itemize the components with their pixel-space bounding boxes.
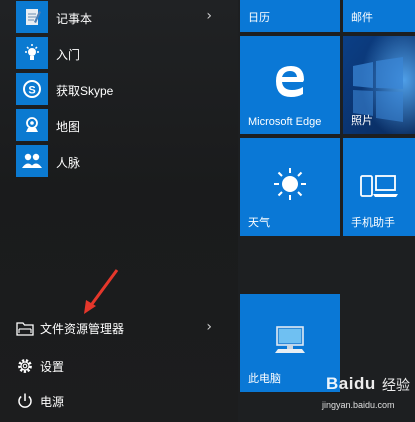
settings-item[interactable]: 设置 xyxy=(0,349,232,383)
file-explorer-label: 文件资源管理器 xyxy=(40,322,125,336)
computer-icon xyxy=(240,324,340,356)
sun-icon xyxy=(240,166,340,202)
settings-label: 设置 xyxy=(40,360,65,374)
app-item-notepad[interactable]: 记事本 › xyxy=(0,0,232,34)
maps-icon xyxy=(16,109,48,141)
tile-label: 日历 xyxy=(248,12,270,24)
power-icon xyxy=(16,392,34,410)
app-label: 人脉 xyxy=(56,156,81,170)
chevron-right-icon[interactable]: › xyxy=(206,319,212,335)
tile-phone-companion[interactable]: 手机助手 xyxy=(343,138,415,236)
app-label: 获取Skype xyxy=(56,84,114,98)
start-menu-app-list: 记事本 › 入门 S 获取Skype 地图 人脉 文件资源管理器 › 设置 电源 xyxy=(0,0,238,422)
app-label: 地图 xyxy=(56,120,81,134)
app-item-get-started[interactable]: 入门 xyxy=(0,36,232,70)
tile-label: 照片 xyxy=(351,115,373,127)
tile-microsoft-edge[interactable]: Microsoft Edge xyxy=(240,36,340,134)
watermark: Baidu 经验 jingyan.baidu.com xyxy=(322,370,414,420)
svg-text:S: S xyxy=(28,85,35,97)
file-explorer-item[interactable]: 文件资源管理器 › xyxy=(0,311,232,345)
tile-label: 手机助手 xyxy=(351,217,395,229)
watermark-text: 经验 xyxy=(382,377,410,393)
tile-calendar[interactable]: 日历 xyxy=(240,0,340,32)
tile-mail[interactable]: 邮件 xyxy=(343,0,415,32)
notepad-icon xyxy=(16,1,48,33)
lightbulb-icon xyxy=(16,37,48,69)
tile-label: Microsoft Edge xyxy=(248,116,322,128)
app-item-get-skype[interactable]: S 获取Skype xyxy=(0,72,232,106)
people-icon xyxy=(16,145,48,177)
tile-label: 邮件 xyxy=(351,12,373,24)
tile-label: 此电脑 xyxy=(248,373,281,385)
tile-photos[interactable]: 照片 xyxy=(343,36,415,134)
power-label: 电源 xyxy=(40,395,65,409)
app-label: 入门 xyxy=(56,48,81,62)
skype-icon: S xyxy=(16,73,48,105)
power-item[interactable]: 电源 xyxy=(0,384,232,418)
folder-icon xyxy=(16,319,34,337)
phone-laptop-icon xyxy=(343,172,415,200)
tile-label: 天气 xyxy=(248,217,270,229)
app-label: 记事本 xyxy=(56,12,93,26)
edge-icon xyxy=(240,62,340,98)
annotation-arrow xyxy=(84,269,119,314)
app-item-maps[interactable]: 地图 xyxy=(0,108,232,142)
watermark-url: jingyan.baidu.com xyxy=(322,400,395,410)
app-item-people[interactable]: 人脉 xyxy=(0,144,232,178)
gear-icon xyxy=(16,357,34,375)
chevron-right-icon[interactable]: › xyxy=(206,8,212,24)
watermark-logo: Baidu xyxy=(326,374,376,393)
tile-weather[interactable]: 天气 xyxy=(240,138,340,236)
